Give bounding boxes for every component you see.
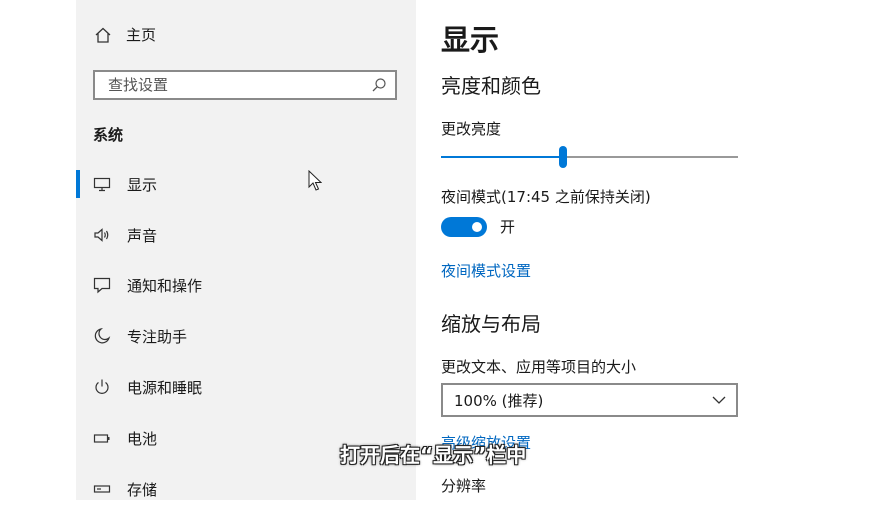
home-label: 主页 <box>126 26 157 44</box>
search-icon[interactable] <box>371 77 387 93</box>
settings-sidebar: 主页 系统 显示 声音 通知和操作 专注助手 <box>76 0 416 500</box>
search-box[interactable] <box>93 70 397 100</box>
display-settings-panel: 显示 亮度和颜色 更改亮度 夜间模式(17:45 之前保持关闭) 开 夜间模式设… <box>416 0 889 500</box>
scale-label: 更改文本、应用等项目的大小 <box>441 358 637 376</box>
left-margin <box>0 0 77 500</box>
brightness-label: 更改亮度 <box>441 120 502 138</box>
slider-thumb[interactable] <box>558 146 567 168</box>
page-title: 显示 <box>441 23 500 57</box>
storage-icon <box>93 485 111 493</box>
mouse-pointer-icon <box>308 170 322 191</box>
scale-layout-heading: 缩放与布局 <box>441 312 541 336</box>
home-icon <box>95 27 111 43</box>
night-mode-state: 开 <box>500 218 516 236</box>
night-mode-label: 夜间模式(17:45 之前保持关闭) <box>441 188 651 206</box>
search-input[interactable] <box>106 75 371 95</box>
sidebar-item-label: 显示 <box>127 175 158 194</box>
moon-icon <box>94 327 111 344</box>
power-icon <box>95 379 109 394</box>
sidebar-item-storage[interactable]: 存储 <box>76 469 416 509</box>
section-title: 系统 <box>93 126 124 144</box>
brightness-slider[interactable] <box>441 146 738 168</box>
battery-icon <box>93 434 110 443</box>
night-mode-toggle[interactable] <box>441 217 487 237</box>
sidebar-item-label: 电池 <box>127 429 158 448</box>
scale-dropdown[interactable]: 100% (推荐) <box>441 383 738 417</box>
video-subtitle: 打开后在“显示”栏中 <box>340 443 527 467</box>
sidebar-item-power-sleep[interactable]: 电源和睡眠 <box>76 367 416 407</box>
slider-fill <box>441 156 563 158</box>
brightness-color-heading: 亮度和颜色 <box>441 74 541 98</box>
sidebar-item-sound[interactable]: 声音 <box>76 215 416 255</box>
night-mode-settings-link[interactable]: 夜间模式设置 <box>441 260 531 281</box>
scale-value: 100% (推荐) <box>454 391 544 410</box>
chevron-down-icon <box>712 396 726 404</box>
sidebar-item-label: 通知和操作 <box>127 276 203 295</box>
notification-icon <box>93 277 111 294</box>
sidebar-item-focus-assist[interactable]: 专注助手 <box>76 316 416 356</box>
sidebar-item-notifications[interactable]: 通知和操作 <box>76 265 416 305</box>
sidebar-item-label: 电源和睡眠 <box>127 378 203 397</box>
toggle-knob <box>472 222 482 232</box>
home-nav-item[interactable]: 主页 <box>94 24 156 45</box>
sidebar-item-display[interactable]: 显示 <box>76 164 416 204</box>
sidebar-item-label: 声音 <box>127 226 158 245</box>
monitor-icon <box>93 177 111 192</box>
sidebar-item-label: 存储 <box>127 480 158 499</box>
resolution-label: 分辨率 <box>441 477 487 495</box>
speaker-icon <box>94 228 109 242</box>
sidebar-item-label: 专注助手 <box>127 327 188 346</box>
